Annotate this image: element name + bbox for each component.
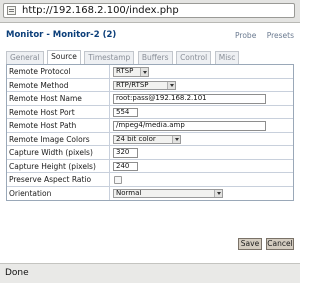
tab-control[interactable]: Control [176, 51, 212, 64]
cancel-button[interactable]: Cancel [266, 238, 294, 250]
orientation-select[interactable]: Normal [113, 188, 223, 198]
tab-general[interactable]: General [6, 51, 44, 64]
remote-protocol-value: RTSP [116, 67, 134, 75]
chevron-down-icon [140, 68, 148, 76]
capture-width-label: Capture Width (pixels) [7, 146, 110, 159]
orientation-label: Orientation [7, 186, 110, 200]
remote-host-name-input[interactable]: root:pass@192.168.2.101 [113, 94, 266, 104]
preserve-aspect-ratio-label: Preserve Aspect Ratio [7, 173, 110, 186]
probe-link[interactable]: Probe [235, 31, 256, 40]
remote-method-select[interactable]: RTP/RTSP [113, 80, 176, 90]
url-text[interactable]: http://192.168.2.100/index.php [22, 5, 179, 16]
remote-host-port-label: Remote Host Port [7, 105, 110, 118]
remote-host-name-label: Remote Host Name [7, 92, 110, 105]
page-title: Monitor - Monitor-2 (2) [6, 30, 117, 40]
form-row: Remote Host Port 554 [7, 105, 293, 119]
chevron-down-icon [214, 189, 222, 197]
tab-bar: General Source Timestamp Buffers Control… [6, 50, 240, 64]
tab-timestamp[interactable]: Timestamp [84, 51, 135, 64]
page-icon [7, 6, 16, 15]
form-row: Capture Height (pixels) 240 [7, 159, 293, 173]
capture-height-input[interactable]: 240 [113, 161, 138, 171]
source-settings-form: Remote Protocol RTSP Remote Method RTP/R… [6, 64, 294, 201]
remote-image-colors-value: 24 bit color [116, 134, 156, 143]
remote-method-label: Remote Method [7, 78, 110, 91]
status-text: Done [5, 268, 29, 278]
form-row: Remote Host Name root:pass@192.168.2.101 [7, 92, 293, 106]
presets-link[interactable]: Presets [267, 31, 294, 40]
remote-protocol-select[interactable]: RTSP [113, 67, 149, 77]
remote-method-value: RTP/RTSP [116, 80, 149, 89]
remote-host-path-label: Remote Host Path [7, 119, 110, 132]
remote-image-colors-select[interactable]: 24 bit color [113, 134, 181, 144]
url-field[interactable]: http://192.168.2.100/index.php [3, 3, 295, 18]
form-row: Orientation Normal [7, 186, 293, 200]
save-button[interactable]: Save [238, 238, 262, 250]
remote-host-path-input[interactable]: /mpeg4/media.amp [113, 121, 266, 131]
capture-height-label: Capture Height (pixels) [7, 159, 110, 172]
browser-status-bar: Done [0, 263, 300, 283]
header-links: Probe Presets [227, 31, 294, 40]
remote-image-colors-label: Remote Image Colors [7, 132, 110, 145]
form-row: Capture Width (pixels) 320 [7, 146, 293, 160]
remote-protocol-label: Remote Protocol [7, 65, 110, 78]
browser-address-bar: http://192.168.2.100/index.php [0, 0, 300, 23]
remote-host-port-input[interactable]: 554 [113, 107, 138, 117]
chevron-down-icon [172, 135, 180, 143]
form-row: Remote Protocol RTSP [7, 65, 293, 79]
tab-misc[interactable]: Misc [214, 51, 240, 64]
form-row: Remote Method RTP/RTSP [7, 78, 293, 92]
tab-buffers[interactable]: Buffers [137, 51, 173, 64]
form-row: Preserve Aspect Ratio [7, 173, 293, 187]
orientation-value: Normal [116, 188, 142, 197]
capture-width-input[interactable]: 320 [113, 148, 138, 158]
tab-source[interactable]: Source [47, 50, 81, 64]
form-row: Remote Image Colors 24 bit color [7, 132, 293, 146]
preserve-aspect-ratio-checkbox[interactable] [114, 175, 122, 184]
chevron-down-icon [167, 81, 175, 89]
form-row: Remote Host Path /mpeg4/media.amp [7, 119, 293, 133]
